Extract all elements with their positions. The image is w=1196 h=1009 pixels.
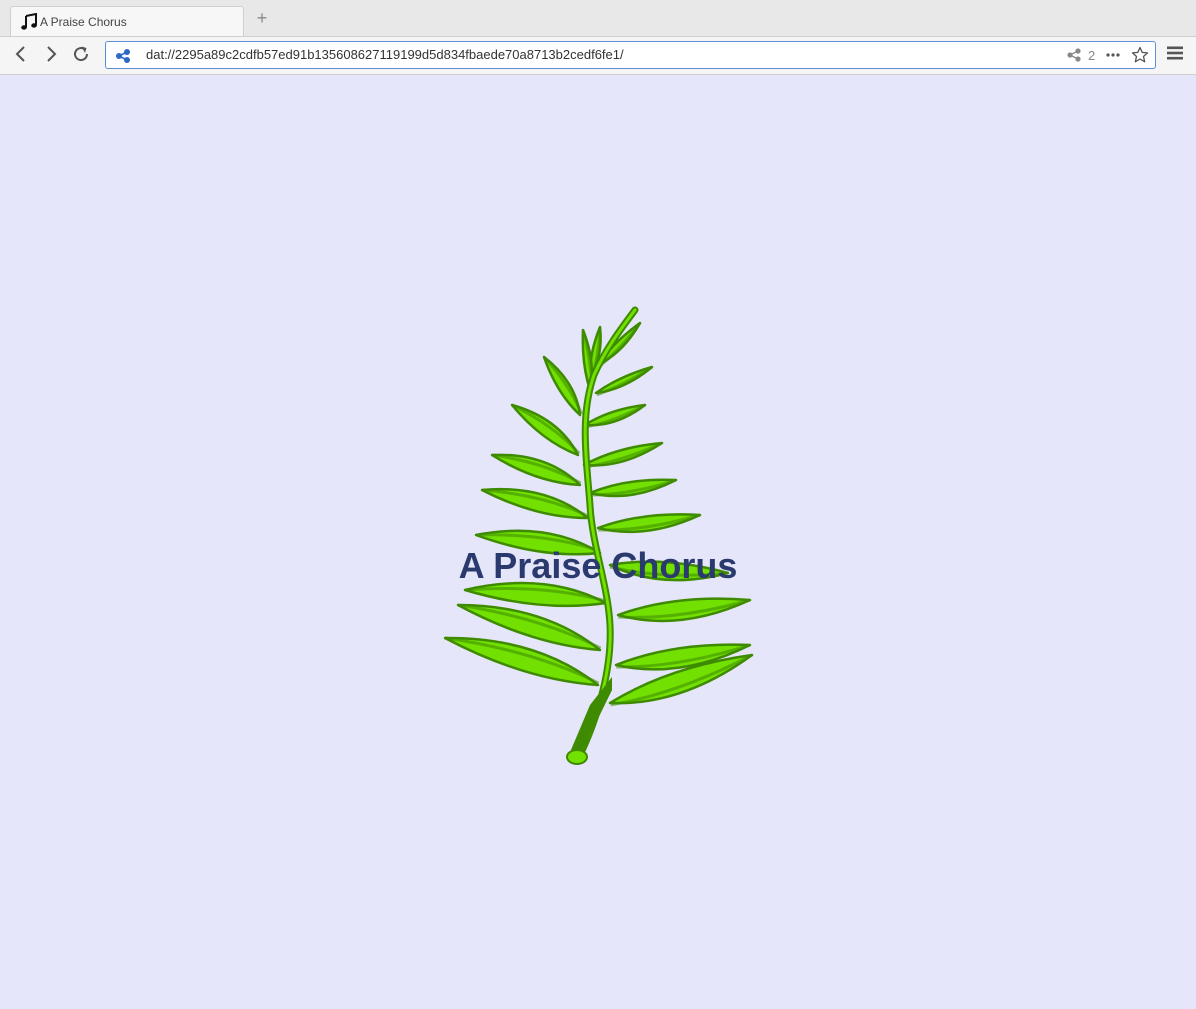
fern-leaflet [490, 453, 582, 487]
fern-leaflet [542, 355, 582, 417]
tab-title: A Praise Chorus [40, 15, 127, 29]
address-bar[interactable]: dat://2295a89c2cdfb57ed91b13560862711919… [105, 41, 1156, 69]
fern-leaflet [480, 487, 590, 520]
new-tab-button[interactable]: + [254, 8, 270, 28]
tab-strip: A Praise Chorus + [0, 0, 1196, 37]
fern-leaflet [510, 403, 580, 457]
hamburger-menu-icon[interactable] [1166, 44, 1184, 62]
fern-leaf-image [443, 306, 754, 765]
share-network-icon[interactable] [115, 48, 131, 64]
url-text[interactable]: dat://2295a89c2cdfb57ed91b13560862711919… [146, 47, 624, 62]
music-note-icon [21, 13, 37, 30]
more-options-icon[interactable] [1105, 46, 1121, 64]
browser-chrome: A Praise Chorus + dat://2295a89c2cdfb57e… [0, 0, 1196, 75]
peer-count-value: 2 [1088, 48, 1096, 63]
bookmark-star-icon[interactable] [1131, 46, 1149, 64]
fern-leaflet [582, 441, 664, 467]
fern-leaflets [443, 321, 754, 707]
forward-button[interactable] [39, 42, 63, 66]
tab-active[interactable]: A Praise Chorus [10, 6, 244, 36]
peers-icon [1067, 48, 1081, 62]
reload-button[interactable] [69, 42, 93, 66]
back-button[interactable] [9, 42, 33, 66]
page-title: A Praise Chorus [458, 545, 738, 586]
